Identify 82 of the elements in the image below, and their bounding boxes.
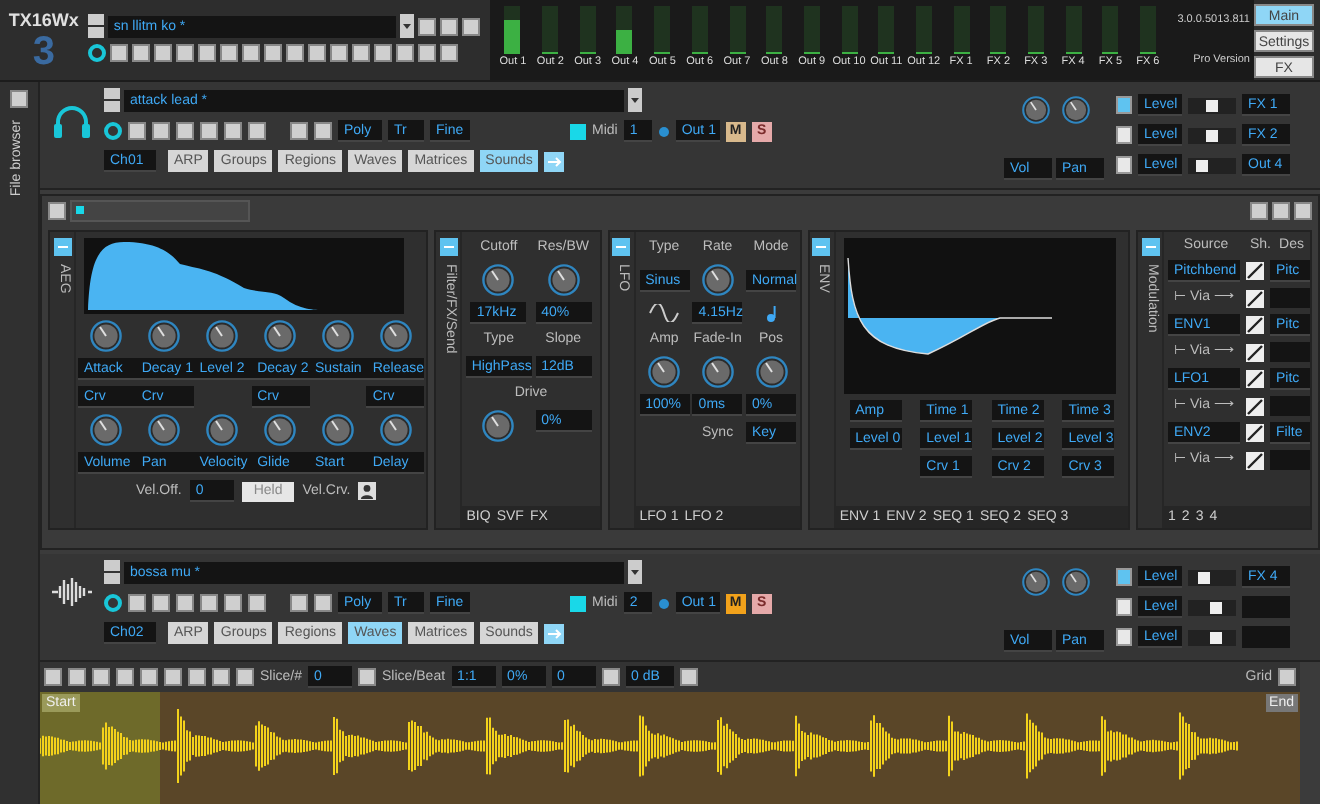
send-toggle[interactable] [1116, 96, 1132, 114]
slider-thumb[interactable] [1209, 631, 1222, 643]
curve-shape-icon[interactable] [1246, 397, 1264, 415]
send-slider[interactable] [1188, 157, 1236, 173]
person-icon[interactable] [358, 482, 377, 500]
knob[interactable] [321, 414, 354, 446]
envelope-graph[interactable] [84, 238, 404, 314]
knob[interactable] [547, 264, 580, 296]
toolbar-button[interactable] [358, 668, 377, 686]
slider-thumb[interactable] [1206, 129, 1218, 141]
knob[interactable] [264, 414, 297, 446]
send-toggle[interactable] [1116, 598, 1132, 616]
curve-shape-icon[interactable] [1246, 343, 1264, 361]
knob[interactable] [1062, 568, 1090, 596]
knob[interactable] [482, 264, 515, 296]
waveform-icon [50, 576, 94, 608]
knob[interactable] [701, 264, 734, 296]
mod-amount-field[interactable] [1270, 342, 1310, 362]
collapse-icon[interactable] [1141, 238, 1159, 256]
expand-button[interactable] [48, 201, 66, 219]
slider-thumb[interactable] [1209, 601, 1222, 613]
knob[interactable] [148, 320, 181, 352]
dropdown-icon[interactable] [628, 88, 642, 112]
knob[interactable] [1022, 96, 1050, 124]
knob[interactable] [90, 414, 123, 446]
knob[interactable] [90, 320, 123, 352]
curve-shape-icon[interactable] [1246, 289, 1264, 307]
headphones-icon [52, 104, 92, 140]
knob[interactable] [1062, 96, 1090, 124]
arrow-icon[interactable] [544, 151, 565, 171]
send-toggle[interactable] [1116, 156, 1132, 174]
knob[interactable] [701, 356, 734, 388]
send-slider[interactable] [1188, 127, 1236, 143]
knob[interactable] [206, 320, 239, 352]
mod-amount-field[interactable] [1270, 396, 1310, 416]
arrow-icon[interactable] [544, 623, 565, 643]
curve-shape-icon[interactable] [1246, 451, 1264, 469]
curve-shape-icon[interactable] [1246, 262, 1264, 280]
color-swatch[interactable] [570, 123, 586, 139]
send-destination-field[interactable] [1242, 596, 1290, 618]
knob[interactable] [755, 356, 787, 388]
logo-version: 3 [32, 30, 55, 74]
collapse-icon[interactable] [612, 238, 631, 256]
sine-wave-icon [648, 304, 681, 322]
knob[interactable] [148, 414, 181, 446]
send-slider[interactable] [1188, 599, 1236, 615]
send-toggle[interactable] [1116, 628, 1132, 646]
toolbar-button[interactable] [679, 668, 698, 686]
knob[interactable] [379, 414, 412, 446]
knob[interactable] [648, 356, 681, 388]
dropdown-icon[interactable] [399, 14, 414, 38]
collapse-icon[interactable] [812, 238, 831, 256]
mod-amount-field[interactable] [1270, 288, 1310, 308]
knob[interactable] [1022, 568, 1050, 596]
knob[interactable] [206, 414, 239, 446]
dot-icon [657, 125, 670, 137]
slider-thumb[interactable] [1195, 159, 1208, 171]
color-swatch[interactable] [570, 595, 586, 611]
curve-shape-icon[interactable] [1246, 424, 1264, 442]
note-icon[interactable] [765, 305, 777, 321]
send-destination-field[interactable] [1242, 626, 1290, 648]
mod-amount-field[interactable] [1270, 450, 1310, 470]
logo-text: TX16Wx [8, 10, 79, 30]
knob[interactable] [379, 320, 412, 352]
collapse-icon[interactable] [439, 238, 458, 256]
dot-icon [657, 597, 670, 609]
slider-thumb[interactable] [1198, 571, 1211, 583]
knob[interactable] [321, 320, 354, 352]
send-slider[interactable] [1188, 97, 1236, 113]
knob[interactable] [482, 410, 515, 442]
send-slider[interactable] [1188, 629, 1236, 645]
send-toggle[interactable] [1116, 126, 1132, 144]
knob[interactable] [264, 320, 297, 352]
curve-shape-icon[interactable] [1246, 370, 1264, 388]
collapse-icon[interactable] [53, 238, 71, 256]
curve-shape-icon[interactable] [1246, 316, 1264, 334]
dropdown-icon[interactable] [628, 560, 642, 584]
slider-thumb[interactable] [1206, 99, 1218, 111]
send-toggle[interactable] [1116, 568, 1132, 586]
toolbar-button[interactable] [601, 668, 620, 686]
send-slider[interactable] [1188, 569, 1236, 585]
envelope-graph[interactable] [843, 238, 1116, 394]
